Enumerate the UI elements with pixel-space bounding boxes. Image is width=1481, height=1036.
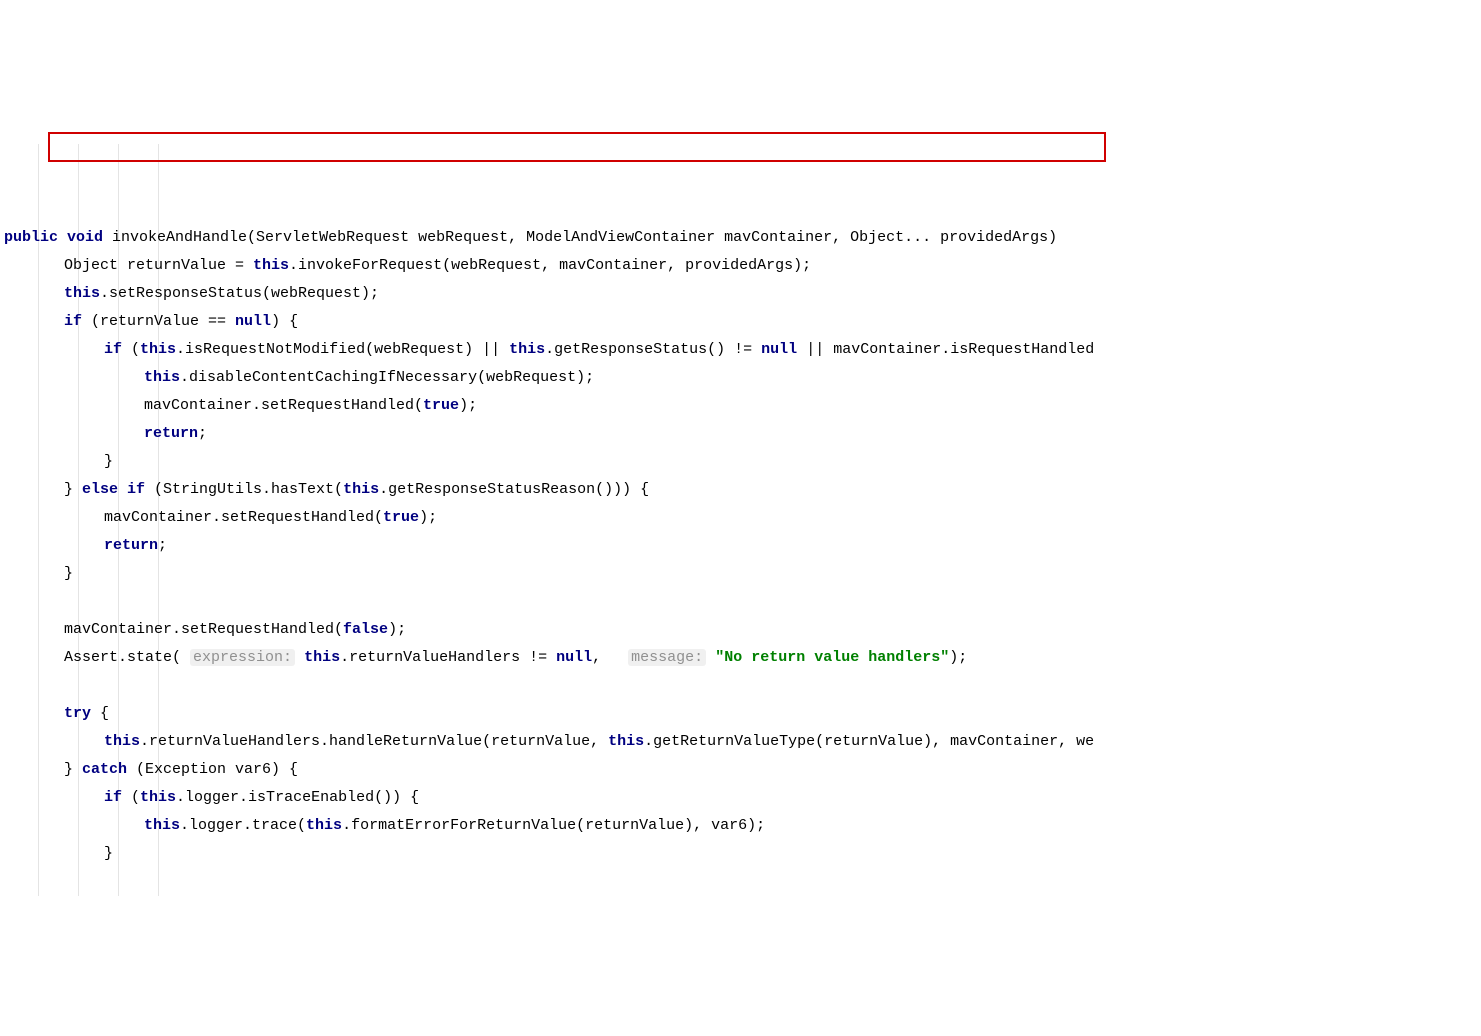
code-token: this <box>64 285 100 302</box>
code-line[interactable]: this.disableContentCachingIfNecessary(we… <box>4 364 1477 392</box>
code-token: if <box>64 313 91 330</box>
code-token: null <box>235 313 271 330</box>
code-token: mavContainer.setRequestHandled( <box>64 621 343 638</box>
code-token: (returnValue == <box>91 313 235 330</box>
code-token: void <box>67 229 112 246</box>
code-line[interactable]: public void invokeAndHandle(ServletWebRe… <box>4 224 1477 252</box>
code-token: this <box>608 733 644 750</box>
code-token: ; <box>198 425 207 442</box>
code-token: catch <box>82 761 136 778</box>
code-token: ) { <box>271 313 298 330</box>
code-token: (StringUtils.hasText( <box>154 481 343 498</box>
code-token: ); <box>419 509 437 526</box>
code-line[interactable]: mavContainer.setRequestHandled(true); <box>4 504 1477 532</box>
code-token: } <box>104 453 113 470</box>
code-token: Object returnValue = <box>64 257 253 274</box>
code-token: ); <box>949 649 967 666</box>
code-token: .logger.isTraceEnabled()) { <box>176 789 419 806</box>
code-token: null <box>761 341 806 358</box>
code-line[interactable]: } <box>4 448 1477 476</box>
code-line[interactable]: this.setResponseStatus(webRequest); <box>4 280 1477 308</box>
code-line[interactable]: mavContainer.setRequestHandled(true); <box>4 392 1477 420</box>
code-token: return <box>144 425 198 442</box>
code-token: } <box>104 845 113 862</box>
code-token: .invokeForRequest(webRequest, mavContain… <box>289 257 811 274</box>
code-token: } <box>64 481 82 498</box>
code-token: "No return value handlers" <box>715 649 949 666</box>
code-token: this <box>144 369 180 386</box>
code-token: this <box>304 649 340 666</box>
code-token: ; <box>158 537 167 554</box>
code-token: { <box>100 705 109 722</box>
code-token: .getResponseStatus() != <box>545 341 761 358</box>
code-line[interactable]: Object returnValue = this.invokeForReque… <box>4 252 1477 280</box>
code-token: .logger.trace( <box>180 817 306 834</box>
code-token: || mavContainer.isRequestHandled <box>806 341 1094 358</box>
code-token: this <box>104 733 140 750</box>
code-token: this <box>343 481 379 498</box>
code-token: this <box>306 817 342 834</box>
code-lines: public void invokeAndHandle(ServletWebRe… <box>4 224 1477 868</box>
code-line[interactable]: if (returnValue == null) { <box>4 308 1477 336</box>
code-token: if <box>104 341 131 358</box>
code-token: ); <box>459 397 477 414</box>
code-line[interactable] <box>4 672 1477 700</box>
code-token: .formatErrorForReturnValue(returnValue),… <box>342 817 765 834</box>
code-line[interactable]: Assert.state( expression: this.returnVal… <box>4 644 1477 672</box>
code-token: this <box>140 789 176 806</box>
code-token: } <box>64 761 82 778</box>
code-token: true <box>423 397 459 414</box>
code-token: .isRequestNotModified(webRequest) || <box>176 341 509 358</box>
code-token: mavContainer.setRequestHandled( <box>104 509 383 526</box>
code-token: .getResponseStatusReason())) { <box>379 481 649 498</box>
code-line[interactable]: } <box>4 840 1477 868</box>
code-token: .disableContentCachingIfNecessary(webReq… <box>180 369 594 386</box>
code-token: null <box>556 649 592 666</box>
code-token <box>706 649 715 666</box>
code-token <box>64 677 73 694</box>
code-token: true <box>383 509 419 526</box>
code-token: mavContainer.setRequestHandled( <box>144 397 423 414</box>
code-token: Assert.state( <box>64 649 190 666</box>
code-token: this <box>144 817 180 834</box>
code-line[interactable]: this.logger.trace(this.formatErrorForRet… <box>4 812 1477 840</box>
code-line[interactable]: try { <box>4 700 1477 728</box>
code-token: .getReturnValueType(returnValue), mavCon… <box>644 733 1094 750</box>
code-token <box>295 649 304 666</box>
code-token: return <box>104 537 158 554</box>
code-line[interactable]: mavContainer.setRequestHandled(false); <box>4 616 1477 644</box>
code-token: expression: <box>190 649 295 666</box>
code-token <box>64 593 73 610</box>
code-line[interactable]: if (this.logger.isTraceEnabled()) { <box>4 784 1477 812</box>
code-token: message: <box>628 649 706 666</box>
highlight-box <box>48 132 1106 162</box>
code-line[interactable]: if (this.isRequestNotModified(webRequest… <box>4 336 1477 364</box>
code-line[interactable]: return; <box>4 532 1477 560</box>
code-editor[interactable]: public void invokeAndHandle(ServletWebRe… <box>0 112 1481 896</box>
code-line[interactable]: } else if (StringUtils.hasText(this.getR… <box>4 476 1477 504</box>
code-token: false <box>343 621 388 638</box>
code-token: invokeAndHandle(ServletWebRequest webReq… <box>112 229 1066 246</box>
code-token: .setResponseStatus(webRequest); <box>100 285 379 302</box>
code-token: public <box>4 229 67 246</box>
code-line[interactable]: } catch (Exception var6) { <box>4 756 1477 784</box>
code-token: if <box>104 789 131 806</box>
code-line[interactable] <box>4 588 1477 616</box>
code-token: } <box>64 565 73 582</box>
code-token: try <box>64 705 100 722</box>
code-token: (Exception var6) { <box>136 761 298 778</box>
code-token: ( <box>131 341 140 358</box>
code-token: ( <box>131 789 140 806</box>
code-token: this <box>253 257 289 274</box>
code-token: .returnValueHandlers != <box>340 649 556 666</box>
code-token: this <box>509 341 545 358</box>
code-line[interactable]: this.returnValueHandlers.handleReturnVal… <box>4 728 1477 756</box>
code-token: , <box>592 649 628 666</box>
code-token: .returnValueHandlers.handleReturnValue(r… <box>140 733 608 750</box>
code-token: this <box>140 341 176 358</box>
code-token: else if <box>82 481 154 498</box>
code-token: ); <box>388 621 406 638</box>
code-line[interactable]: return; <box>4 420 1477 448</box>
code-line[interactable]: } <box>4 560 1477 588</box>
